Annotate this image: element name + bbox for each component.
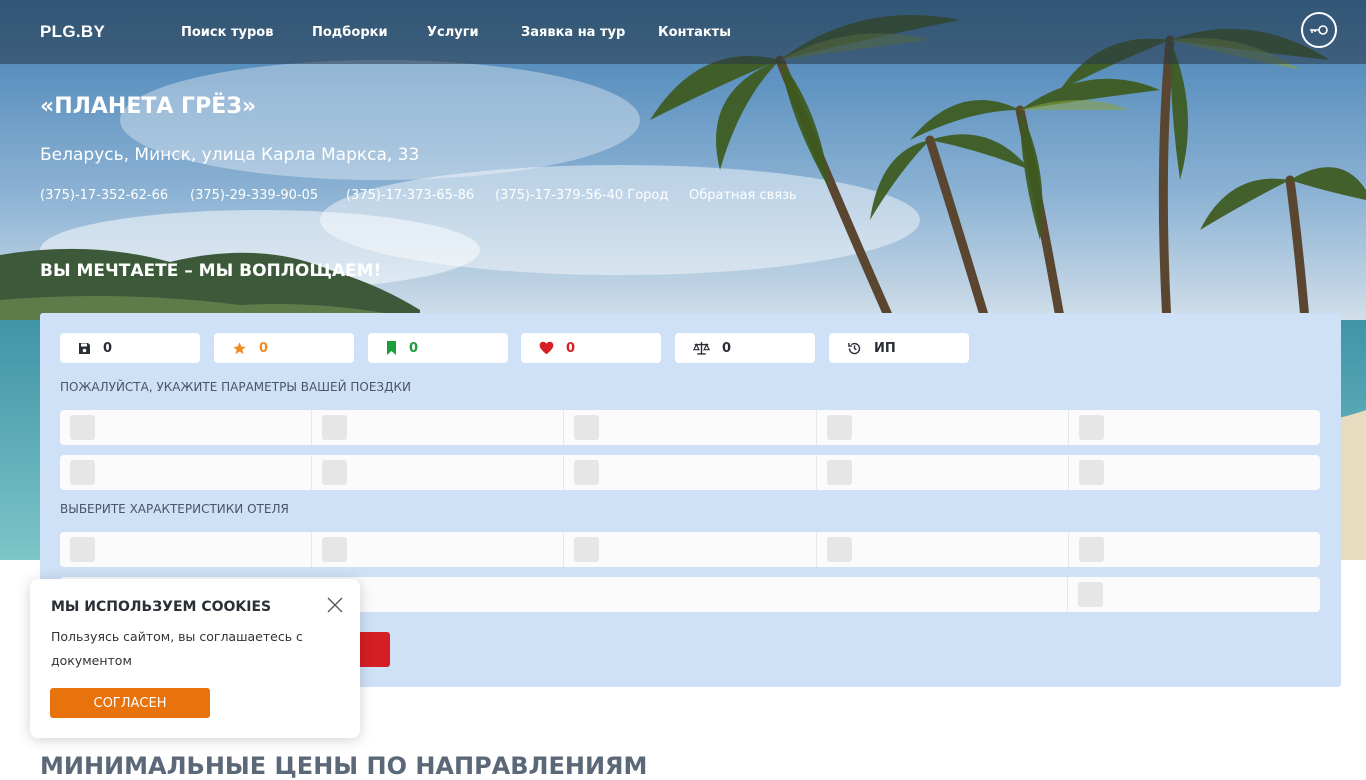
nav-item-services[interactable]: Услуги [427, 25, 479, 40]
loading-placeholder [322, 460, 348, 485]
likes-counter[interactable]: 0 [521, 333, 661, 363]
nav-item-contacts[interactable]: Контакты [658, 25, 731, 40]
nav-item-tour-search[interactable]: Поиск туров [181, 25, 273, 40]
trip-params-row [60, 455, 1320, 490]
compare-counter[interactable]: 0 [675, 333, 815, 363]
phone-link[interactable]: (375)-29-339-90-05 [190, 188, 318, 203]
loading-placeholder [574, 460, 600, 485]
loading-placeholder [826, 415, 852, 440]
accept-cookies-button[interactable]: СОГЛАСЕН [50, 688, 210, 718]
cookie-text: Пользуясь сайтом, вы соглашаетесь с доку… [51, 629, 303, 668]
floppy-disk-icon [79, 342, 90, 354]
loading-placeholder [322, 537, 348, 562]
param-field[interactable] [817, 532, 1069, 567]
close-icon[interactable] [326, 596, 344, 614]
likes-count: 0 [566, 340, 576, 356]
company-address: Беларусь, Минск, улица Карла Маркса, 33 [40, 145, 420, 165]
bookmarks-counter[interactable]: 0 [368, 333, 508, 363]
param-field[interactable] [564, 410, 817, 445]
loading-placeholder [826, 460, 852, 485]
param-field[interactable] [564, 532, 817, 567]
loading-placeholder [70, 537, 95, 562]
scales-icon [693, 342, 710, 355]
favorites-counter[interactable]: 0 [214, 333, 354, 363]
company-name: «ПЛАНЕТА ГРЁЗ» [40, 94, 257, 119]
hotel-params-row [60, 532, 1320, 567]
param-field[interactable] [312, 532, 565, 567]
history-icon [848, 342, 861, 354]
param-field[interactable] [1069, 455, 1320, 490]
trip-params-row [60, 410, 1320, 445]
loading-placeholder [70, 415, 95, 440]
param-field[interactable] [1069, 410, 1320, 445]
param-field[interactable] [60, 455, 313, 490]
saved-count: 0 [103, 340, 113, 356]
bookmark-icon [387, 341, 396, 355]
cookie-consent-dialog: МЫ ИСПОЛЬЗУЕМ COOKIES Пользуясь сайтом, … [30, 579, 360, 738]
param-field[interactable] [1069, 532, 1320, 567]
trip-params-label: ПОЖАЛУЙСТА, УКАЖИТЕ ПАРАМЕТРЫ ВАШЕЙ ПОЕЗ… [60, 380, 411, 394]
favorites-count: 0 [259, 340, 269, 356]
nav-item-collections[interactable]: Подборки [312, 25, 388, 40]
star-icon [233, 341, 246, 354]
loading-placeholder [1078, 582, 1104, 607]
param-field[interactable] [312, 410, 565, 445]
history-counter[interactable]: ИП [829, 333, 969, 363]
cookie-title: МЫ ИСПОЛЬЗУЕМ COOKIES [51, 599, 272, 615]
param-field[interactable] [312, 455, 565, 490]
phone-link[interactable]: (375)-17-379-56-40 Город [495, 188, 668, 203]
feedback-link[interactable]: Обратная связь [689, 188, 797, 203]
loading-placeholder [826, 537, 852, 562]
heart-icon [539, 341, 554, 355]
loading-placeholder [70, 460, 95, 485]
loading-placeholder [1078, 415, 1104, 440]
compare-count: 0 [722, 340, 732, 356]
key-icon [1310, 25, 1328, 35]
bookmarks-count: 0 [409, 340, 419, 356]
param-field[interactable] [60, 410, 313, 445]
param-field[interactable] [564, 455, 817, 490]
param-field[interactable] [60, 532, 313, 567]
nav-item-tour-request[interactable]: Заявка на тур [521, 25, 625, 40]
min-prices-heading: МИНИМАЛЬНЫЕ ЦЕНЫ ПО НАПРАВЛЕНИЯМ [40, 752, 648, 780]
loading-placeholder [1078, 537, 1104, 562]
loading-placeholder [322, 415, 348, 440]
phone-link[interactable]: (375)-17-373-65-86 [346, 188, 474, 203]
hotel-params-label: ВЫБЕРИТЕ ХАРАКТЕРИСТИКИ ОТЕЛЯ [60, 502, 289, 516]
saved-counter[interactable]: 0 [60, 333, 200, 363]
param-field[interactable] [1068, 577, 1320, 612]
loading-placeholder [1078, 460, 1104, 485]
param-field[interactable] [817, 410, 1069, 445]
param-field[interactable] [817, 455, 1069, 490]
login-button[interactable] [1301, 12, 1337, 48]
top-navigation-bar: PLG.BY Поиск туров Подборки Услуги Заявк… [0, 0, 1366, 64]
slogan: ВЫ МЕЧТАЕТЕ – МЫ ВОПЛОЩАЕМ! [40, 261, 382, 281]
site-logo[interactable]: PLG.BY [40, 22, 105, 42]
loading-placeholder [574, 415, 600, 440]
phone-link[interactable]: (375)-17-352-62-66 [40, 188, 168, 203]
history-label: ИП [874, 340, 896, 356]
loading-placeholder [574, 537, 600, 562]
